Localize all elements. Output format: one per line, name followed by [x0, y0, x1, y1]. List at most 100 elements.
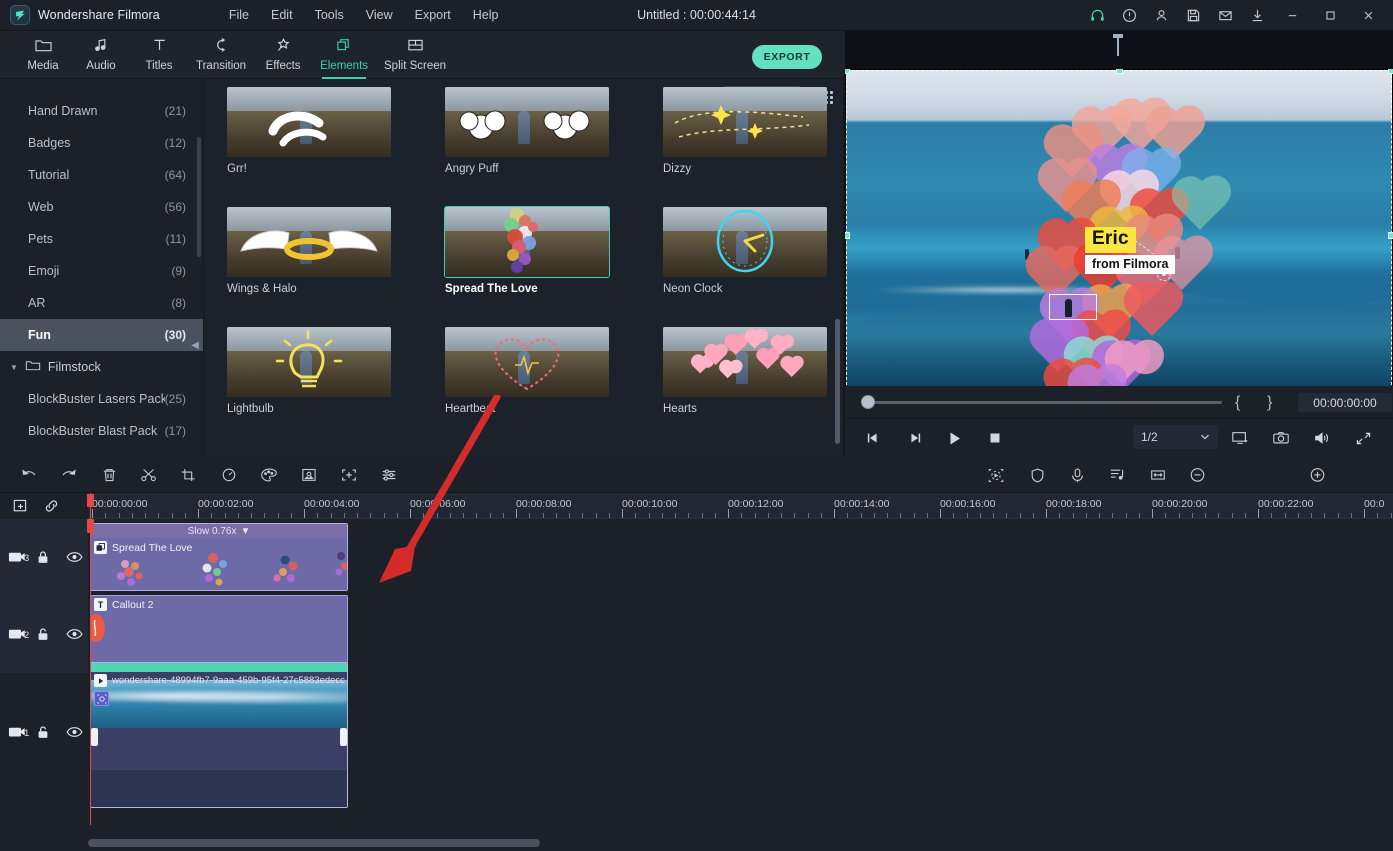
lock-open-icon[interactable]: [36, 627, 50, 642]
category-scrollbar[interactable]: [197, 137, 201, 257]
split-button[interactable]: [138, 464, 160, 486]
track-row-3[interactable]: Slow 0.76x ▼ Spread The Love: [88, 519, 1393, 597]
eye-icon[interactable]: [66, 628, 83, 640]
clip-callout-2[interactable]: T Callout 2: [90, 595, 348, 667]
category-pets[interactable]: Pets (11): [0, 223, 204, 255]
category-badges[interactable]: Badges (12): [0, 127, 204, 159]
preview-timecode[interactable]: 00:00:00:00: [1298, 393, 1392, 412]
next-frame-button[interactable]: [905, 428, 925, 448]
mask-button[interactable]: [1026, 464, 1048, 486]
tab-elements[interactable]: Elements: [312, 31, 376, 79]
tracked-object-box[interactable]: [1049, 294, 1097, 320]
category-fun[interactable]: Fun (30): [0, 319, 204, 351]
category-emoji[interactable]: Emoji (9): [0, 255, 204, 287]
resize-handle-tr[interactable]: [1388, 69, 1393, 74]
category-tutorial[interactable]: Tutorial (64): [0, 159, 204, 191]
minimize-button[interactable]: [1273, 0, 1311, 31]
eye-icon[interactable]: [66, 726, 83, 738]
download-icon[interactable]: [1241, 0, 1273, 31]
clip-video-wondershare[interactable]: wondershare-48994fb7-9aaa-459b-95f4-27c5…: [90, 662, 348, 808]
resize-handle-tc[interactable]: [1116, 69, 1123, 74]
category-web[interactable]: Web (56): [0, 191, 204, 223]
tab-effects[interactable]: Effects: [254, 31, 312, 79]
tab-audio[interactable]: Audio: [72, 31, 130, 79]
menu-tools[interactable]: Tools: [304, 4, 355, 26]
resize-handle-mr[interactable]: [1388, 232, 1393, 239]
category-group-filmstock[interactable]: ▼ Filmstock: [0, 351, 204, 383]
lock-open-icon[interactable]: [36, 725, 50, 740]
elements-scrollbar[interactable]: [835, 319, 840, 444]
category-blockbuster-blast-pack[interactable]: BlockBuster Blast Pack (17): [0, 415, 204, 447]
delete-button[interactable]: [98, 464, 120, 486]
track-row-1[interactable]: wondershare-48994fb7-9aaa-459b-95f4-27c5…: [88, 673, 1393, 825]
menu-edit[interactable]: Edit: [260, 4, 304, 26]
fullscreen-button[interactable]: [1353, 428, 1373, 448]
alert-circle-icon[interactable]: [1113, 0, 1145, 31]
tab-split-screen[interactable]: Split Screen: [376, 31, 454, 79]
add-track-icon[interactable]: [12, 498, 29, 519]
element-item-dizzy[interactable]: Dizzy: [663, 87, 827, 175]
eye-icon[interactable]: [66, 551, 83, 563]
redo-button[interactable]: [58, 464, 80, 486]
crop-button[interactable]: [178, 464, 200, 486]
undo-button[interactable]: [18, 464, 40, 486]
mark-in-button[interactable]: {: [1235, 394, 1240, 412]
trim-handle-right[interactable]: [340, 728, 347, 746]
zoom-in-button[interactable]: [1306, 464, 1328, 486]
motion-tracking-button[interactable]: [985, 464, 1007, 486]
category-ar[interactable]: AR (8): [0, 287, 204, 319]
adjust-button[interactable]: [378, 464, 400, 486]
save-icon[interactable]: [1177, 0, 1209, 31]
zoom-out-button[interactable]: [1186, 464, 1208, 486]
speed-button[interactable]: [218, 464, 240, 486]
link-icon[interactable]: [43, 498, 60, 519]
playhead-ruler-handle[interactable]: [87, 494, 94, 507]
category-blockbuster-lasers-pack[interactable]: BlockBuster Lasers Pack (25): [0, 383, 204, 415]
element-item-angry-puff[interactable]: Angry Puff: [445, 87, 609, 175]
mark-out-button[interactable]: }: [1267, 394, 1272, 412]
mail-icon[interactable]: [1209, 0, 1241, 31]
category-hand-drawn[interactable]: Hand Drawn (21): [0, 95, 204, 127]
element-item-spread-the-love[interactable]: Spread The Love: [445, 207, 609, 295]
preview-quality-select[interactable]: 1/2: [1133, 425, 1218, 449]
audio-detach-button[interactable]: [1106, 464, 1128, 486]
account-icon[interactable]: [1145, 0, 1177, 31]
seek-handle[interactable]: [861, 395, 875, 409]
maximize-button[interactable]: [1311, 0, 1349, 31]
clip-speed-badge[interactable]: Slow 0.76x ▼: [91, 524, 347, 538]
timeline-ruler[interactable]: 00:00:00:00 00:00:02:00 00:00:04:00 00:0…: [88, 493, 1393, 519]
voiceover-button[interactable]: [1066, 464, 1088, 486]
display-settings-button[interactable]: [1230, 428, 1250, 448]
element-item-heartbeat[interactable]: Heartbeat: [445, 327, 609, 415]
playhead[interactable]: [90, 519, 91, 825]
menu-file[interactable]: File: [218, 4, 260, 26]
play-button[interactable]: [945, 428, 965, 448]
volume-button[interactable]: [1312, 428, 1332, 448]
tab-transition[interactable]: Transition: [188, 31, 254, 79]
export-button[interactable]: EXPORT: [752, 45, 822, 69]
menu-export[interactable]: Export: [404, 4, 462, 26]
auto-enhance-button[interactable]: [338, 464, 360, 486]
menu-help[interactable]: Help: [462, 4, 510, 26]
headset-icon[interactable]: [1081, 0, 1113, 31]
tab-titles[interactable]: Titles: [130, 31, 188, 79]
menu-view[interactable]: View: [355, 4, 404, 26]
resize-handle-ml[interactable]: [845, 232, 850, 239]
element-item-hearts[interactable]: Hearts: [663, 327, 827, 415]
resize-handle-tl[interactable]: [845, 69, 850, 74]
element-item-grr[interactable]: Grr!: [227, 87, 391, 175]
snapshot-button[interactable]: [1271, 428, 1291, 448]
seek-track[interactable]: [867, 401, 1222, 404]
stop-button[interactable]: [985, 428, 1005, 448]
motion-tracking-badge-icon[interactable]: [94, 691, 109, 706]
fit-timeline-button[interactable]: [1147, 464, 1169, 486]
green-screen-button[interactable]: [298, 464, 320, 486]
lock-closed-icon[interactable]: [36, 550, 50, 565]
collapse-panel-icon[interactable]: ◀: [190, 337, 200, 353]
prev-frame-button[interactable]: [863, 428, 883, 448]
tab-media[interactable]: Media: [14, 31, 72, 79]
playhead-handle[interactable]: [87, 519, 94, 533]
close-button[interactable]: [1349, 0, 1387, 31]
element-item-lightbulb[interactable]: Lightbulb: [227, 327, 391, 415]
timeline-horizontal-sc[interactable]: [88, 839, 1385, 847]
